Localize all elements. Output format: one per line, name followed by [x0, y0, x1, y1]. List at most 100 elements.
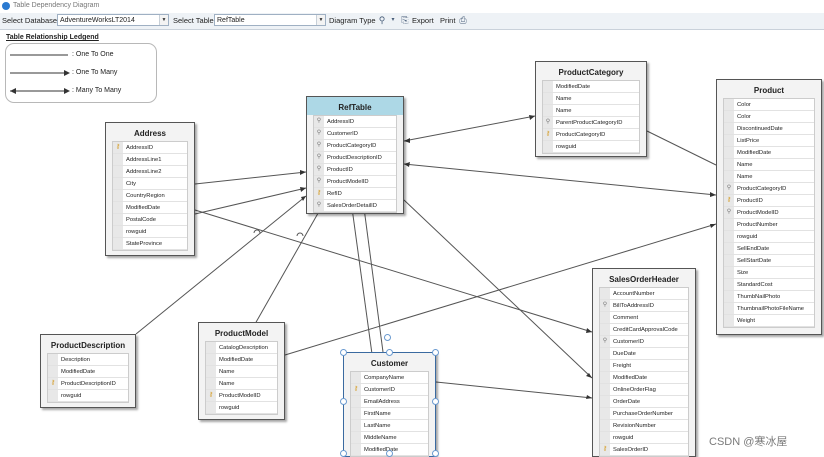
address-entity[interactable]: Address ⚷ AddressID AddressLine1 AddressLin… [105, 122, 195, 256]
salesorderheader-entity[interactable]: SalesOrderHeader AccountNumber ⚲ BillToAdd… [592, 268, 696, 457]
column-row[interactable]: AddressLine2 [113, 166, 187, 178]
column-row[interactable]: CountryRegion [113, 190, 187, 202]
column-row[interactable]: ⚷ CustomerID [351, 384, 428, 396]
customer-entity[interactable]: Customer CompanyName ⚷ CustomerID EmailAddr… [343, 352, 436, 457]
rotate-handle[interactable] [384, 334, 391, 341]
column-row[interactable]: ⚲ ProductModelID [314, 176, 396, 188]
column-row[interactable]: Name [724, 171, 814, 183]
column-name: OnlineOrderFlag [613, 387, 656, 393]
column-row[interactable]: ⚲ CustomerID [600, 336, 688, 348]
column-row[interactable]: Color [724, 99, 814, 111]
column-row[interactable]: ModifiedDate [48, 366, 128, 378]
column-row[interactable]: ⚷ SalesOrderID [600, 444, 688, 456]
column-row[interactable]: ThumbnailPhotoFileName [724, 303, 814, 315]
resize-handle[interactable] [340, 349, 347, 356]
column-row[interactable]: rowguid [206, 402, 277, 414]
column-row[interactable]: OnlineOrderFlag [600, 384, 688, 396]
legend-title: Table Relationship Ledgend [6, 34, 99, 41]
column-gutter [543, 105, 553, 116]
column-row[interactable]: Description [48, 354, 128, 366]
column-row[interactable]: ⚷ ProductDescriptionID [48, 378, 128, 390]
column-row[interactable]: Name [543, 93, 639, 105]
resize-handle[interactable] [432, 398, 439, 405]
column-row[interactable]: ⚲ ProductDescriptionID [314, 152, 396, 164]
column-row[interactable]: Color [724, 111, 814, 123]
column-gutter [600, 408, 610, 419]
column-row[interactable]: ⚷ ProductCategoryID [543, 129, 639, 141]
column-row[interactable]: StateProvince [113, 238, 187, 250]
column-row[interactable]: ⚲ ProductModelID [724, 207, 814, 219]
column-row[interactable]: CompanyName [351, 372, 428, 384]
productmodel-entity[interactable]: ProductModel CatalogDescription ModifiedD… [198, 322, 285, 420]
column-row[interactable]: LastName [351, 420, 428, 432]
column-row[interactable]: ⚲ BillToAddressID [600, 300, 688, 312]
column-row[interactable]: EmailAddress [351, 396, 428, 408]
column-row[interactable]: ⚲ ProductCategoryID [724, 183, 814, 195]
column-row[interactable]: ModifiedDate [206, 354, 277, 366]
column-row[interactable]: ModifiedDate [113, 202, 187, 214]
column-row[interactable]: Name [724, 159, 814, 171]
column-row[interactable]: rowguid [600, 432, 688, 444]
column-row[interactable]: DiscontinuedDate [724, 123, 814, 135]
column-row[interactable]: CreditCardApprovalCode [600, 324, 688, 336]
column-name: Name [219, 381, 235, 387]
column-row[interactable]: SellStartDate [724, 255, 814, 267]
column-row[interactable]: rowguid [543, 141, 639, 153]
column-row[interactable]: CatalogDescription [206, 342, 277, 354]
column-row[interactable]: DueDate [600, 348, 688, 360]
column-row[interactable]: ⚷ AddressID [113, 142, 187, 154]
resize-handle[interactable] [386, 450, 393, 457]
column-row[interactable]: ⚷ RefID [314, 188, 396, 200]
column-row[interactable]: ModifiedDate [724, 147, 814, 159]
column-row[interactable]: SellEndDate [724, 243, 814, 255]
resize-handle[interactable] [340, 450, 347, 457]
column-row[interactable]: ModifiedDate [600, 372, 688, 384]
column-row[interactable]: rowguid [724, 231, 814, 243]
productcategory-entity[interactable]: ProductCategory ModifiedDate Name Name ⚲ Par… [535, 61, 647, 157]
column-row[interactable]: RevisionNumber [600, 420, 688, 432]
column-row[interactable]: rowguid [48, 390, 128, 402]
column-row[interactable]: ⚲ ProductCategoryID [314, 140, 396, 152]
column-row[interactable]: MiddleName [351, 432, 428, 444]
column-row[interactable]: Name [206, 378, 277, 390]
column-row[interactable]: ModifiedDate [543, 81, 639, 93]
column-row[interactable]: ThumbNailPhoto [724, 291, 814, 303]
column-row[interactable]: ⚷ ProductModelID [206, 390, 277, 402]
column-gutter [600, 420, 610, 431]
resize-handle[interactable] [432, 450, 439, 457]
column-row[interactable]: ⚲ ProductID [314, 164, 396, 176]
column-row[interactable]: Name [206, 366, 277, 378]
column-row[interactable]: ⚲ AddressID [314, 116, 396, 128]
resize-handle[interactable] [386, 349, 393, 356]
column-row[interactable]: ⚷ ProductID [724, 195, 814, 207]
column-row[interactable]: ⚲ ParentProductCategoryID [543, 117, 639, 129]
column-row[interactable]: City [113, 178, 187, 190]
productdescription-entity[interactable]: ProductDescription Description ModifiedDa… [40, 334, 136, 408]
column-row[interactable]: AccountNumber [600, 288, 688, 300]
primary-key-icon: ⚷ [48, 378, 58, 389]
column-gutter [724, 279, 734, 290]
foreign-key-icon: ⚲ [724, 207, 734, 218]
primary-key-icon: ⚷ [543, 129, 553, 140]
column-row[interactable]: FirstName [351, 408, 428, 420]
product-entity[interactable]: Product Color Color DiscontinuedDate ListPr… [716, 79, 822, 335]
relation-line [254, 207, 322, 325]
column-row[interactable]: AddressLine1 [113, 154, 187, 166]
column-row[interactable]: PostalCode [113, 214, 187, 226]
column-row[interactable]: ⚲ CustomerID [314, 128, 396, 140]
reftable-entity[interactable]: RefTable ⚲ AddressID ⚲ CustomerID ⚲ ProductCa… [306, 96, 404, 214]
column-row[interactable]: PurchaseOrderNumber [600, 408, 688, 420]
column-row[interactable]: Size [724, 267, 814, 279]
column-row[interactable]: StandardCost [724, 279, 814, 291]
resize-handle[interactable] [340, 398, 347, 405]
column-row[interactable]: rowguid [113, 226, 187, 238]
column-row[interactable]: OrderDate [600, 396, 688, 408]
column-row[interactable]: Weight [724, 315, 814, 327]
column-row[interactable]: Freight [600, 360, 688, 372]
resize-handle[interactable] [432, 349, 439, 356]
column-row[interactable]: Name [543, 105, 639, 117]
column-row[interactable]: ⚲ SalesOrderDetailID [314, 200, 396, 212]
column-row[interactable]: Comment [600, 312, 688, 324]
column-row[interactable]: ListPrice [724, 135, 814, 147]
column-row[interactable]: ProductNumber [724, 219, 814, 231]
